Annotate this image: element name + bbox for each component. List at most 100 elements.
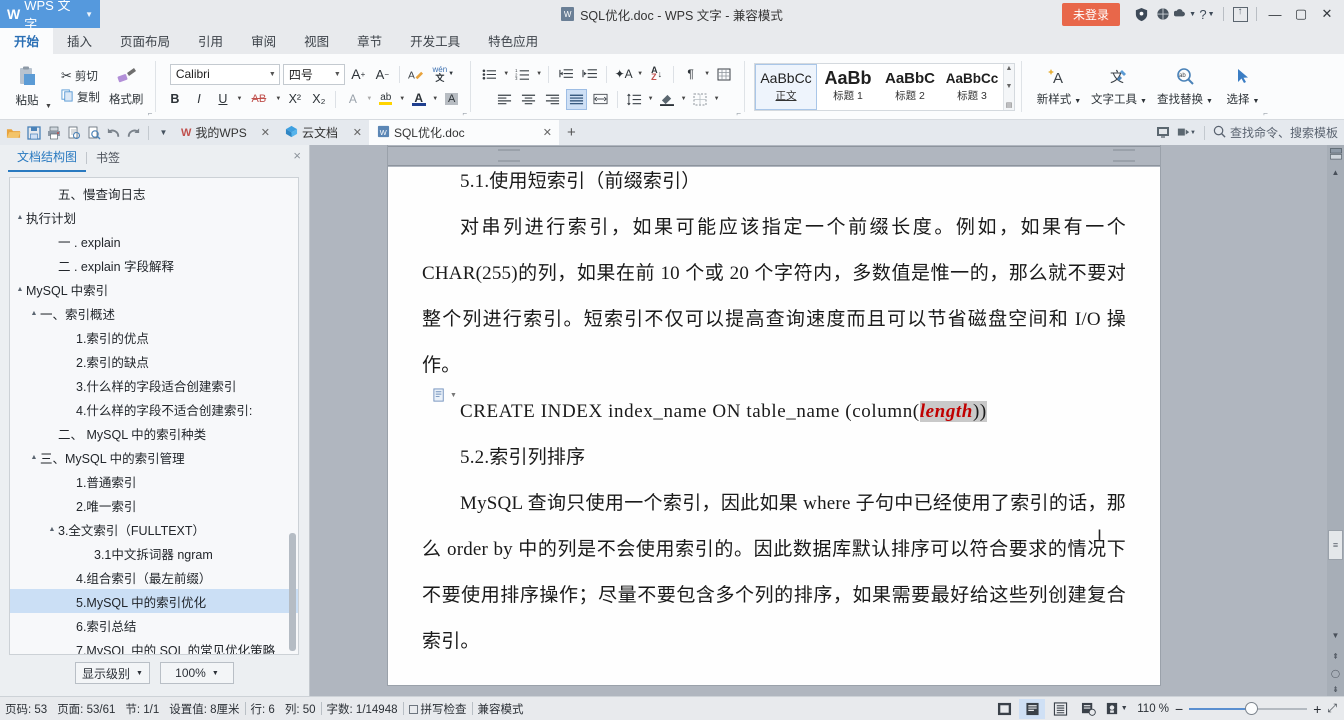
tree-item[interactable]: 1.普通索引 bbox=[10, 469, 298, 493]
tab-view[interactable]: 视图 bbox=[290, 28, 343, 54]
outline-view-button[interactable] bbox=[1047, 699, 1073, 719]
cut-button[interactable]: ✂ 剪切 bbox=[58, 67, 103, 85]
subscript-button[interactable]: X₂ bbox=[308, 89, 329, 110]
close-button[interactable]: ✕ bbox=[1314, 2, 1340, 26]
zoom-in-button[interactable]: + bbox=[1313, 701, 1321, 717]
line-spacing-button[interactable] bbox=[624, 89, 645, 110]
login-button[interactable]: 未登录 bbox=[1061, 2, 1120, 26]
style-heading-2[interactable]: AaBbC 标题 2 bbox=[879, 64, 941, 110]
shrink-font-button[interactable]: A − bbox=[372, 64, 393, 85]
open-icon[interactable] bbox=[4, 123, 23, 142]
chevron-down-icon[interactable]: ▼ bbox=[1121, 705, 1128, 712]
table-grid-button[interactable] bbox=[713, 64, 734, 85]
minimize-button[interactable]: — bbox=[1262, 2, 1288, 26]
tree-arrow[interactable]: ▲ bbox=[28, 454, 40, 461]
align-justify-button[interactable] bbox=[565, 88, 587, 110]
share-icon[interactable]: ▼ bbox=[1177, 123, 1196, 142]
character-shading-button[interactable]: A bbox=[441, 89, 462, 110]
font-family-combo[interactable]: Calibri ▼ bbox=[169, 63, 280, 85]
scroll-down-button[interactable]: ▼ bbox=[1328, 628, 1343, 643]
tree-item[interactable]: ▲ 一、索引概述 bbox=[10, 301, 298, 325]
page-layout-view-button[interactable] bbox=[1019, 698, 1046, 719]
tab-special-apps[interactable]: 特色应用 bbox=[474, 28, 552, 54]
asian-layout-dropdown-icon[interactable]: ▼ bbox=[637, 71, 643, 77]
style-gallery-scroll[interactable]: ▲ ▼ ▤ bbox=[1003, 63, 1015, 110]
highlight-dropdown-icon[interactable]: ▼ bbox=[399, 96, 405, 102]
split-view-icon[interactable] bbox=[1328, 146, 1343, 161]
presentation-icon[interactable] bbox=[1154, 123, 1173, 142]
zoom-out-button[interactable]: − bbox=[1175, 701, 1183, 717]
bullets-button[interactable] bbox=[479, 64, 500, 85]
tree-item[interactable]: ▲ 三、MySQL 中的索引管理 bbox=[10, 445, 298, 469]
document-page[interactable]: 化查询语句。 5.1.使用短索引（前缀索引） 对串列进行索引，如果可能应该指定一… bbox=[388, 145, 1160, 685]
globe-icon[interactable] bbox=[1152, 3, 1174, 25]
status-spell-check[interactable]: 拼写检查 bbox=[404, 701, 472, 717]
tree-item[interactable]: 二 . explain 字段解释 bbox=[10, 253, 298, 277]
font-color-dropdown-icon[interactable]: ▼ bbox=[432, 96, 438, 102]
font-dialog-launcher-icon[interactable]: ⌐ bbox=[463, 109, 468, 118]
underline-dropdown-icon[interactable]: ▼ bbox=[236, 96, 242, 102]
tab-cloud-docs[interactable]: 云文档 ✕ bbox=[277, 120, 369, 145]
tree-item[interactable]: 一 . explain bbox=[10, 229, 298, 253]
tree-item[interactable]: 4.组合索引（最左前缀） bbox=[10, 565, 298, 589]
style-more-icon[interactable]: ▤ bbox=[1006, 101, 1013, 109]
chevron-down-icon[interactable]: ▼ bbox=[1252, 98, 1259, 105]
scrollbar-thumb[interactable]: ≡ bbox=[1328, 530, 1343, 560]
browse-object-button[interactable]: ◯ bbox=[1328, 666, 1343, 681]
chevron-down-icon[interactable]: ▼ bbox=[1074, 98, 1081, 105]
tree-item[interactable]: ▲ MySQL 中索引 bbox=[10, 277, 298, 301]
tab-document-map[interactable]: 文档结构图 bbox=[8, 144, 87, 172]
upload-icon[interactable] bbox=[1229, 3, 1251, 25]
pinyin-guide-button[interactable]: wén 文 ▼ bbox=[430, 64, 457, 85]
borders-button[interactable] bbox=[690, 89, 711, 110]
align-left-button[interactable] bbox=[494, 89, 515, 110]
command-search[interactable]: 查找命令、搜索模板 bbox=[1213, 124, 1338, 141]
status-word-count[interactable]: 字数: 1/14948 bbox=[322, 701, 403, 717]
scroll-up-button[interactable]: ▲ bbox=[1328, 165, 1343, 180]
tab-sql-optimization-doc[interactable]: W SQL优化.doc ✕ bbox=[368, 120, 559, 145]
display-level-button[interactable]: 显示级别 ▼ bbox=[75, 662, 150, 684]
find-replace-button[interactable]: ab 查找替换 ▼ bbox=[1151, 65, 1219, 109]
tree-item[interactable]: 二、 MySQL 中的索引种类 bbox=[10, 421, 298, 445]
tab-references[interactable]: 引用 bbox=[184, 28, 237, 54]
tree-arrow[interactable]: ▲ bbox=[28, 310, 40, 317]
shading-button[interactable] bbox=[657, 89, 678, 110]
align-center-button[interactable] bbox=[518, 89, 539, 110]
font-color-button[interactable]: A bbox=[408, 89, 429, 110]
styles-dialog-launcher-icon[interactable]: ⌐ bbox=[1263, 109, 1268, 118]
chevron-down-icon[interactable]: ▼ bbox=[1206, 98, 1213, 105]
wps-app-menu[interactable]: W WPS 文字 ▼ bbox=[0, 0, 100, 32]
copy-button[interactable]: 复制 bbox=[58, 88, 103, 106]
document-canvas[interactable]: 化查询语句。 5.1.使用短索引（前缀索引） 对串列进行索引，如果可能应该指定一… bbox=[311, 145, 1300, 696]
tree-item[interactable]: ▲ 执行计划 bbox=[10, 205, 298, 229]
tree-arrow[interactable]: ▲ bbox=[46, 526, 58, 533]
underline-button[interactable]: U bbox=[212, 89, 233, 110]
next-page-button[interactable]: ⇟ bbox=[1328, 682, 1343, 697]
print-preview-icon[interactable] bbox=[64, 123, 83, 142]
tab-review[interactable]: 审阅 bbox=[237, 28, 290, 54]
close-icon[interactable]: ✕ bbox=[251, 126, 270, 139]
tab-start[interactable]: 开始 bbox=[0, 28, 54, 54]
tree-item[interactable]: 6.索引总结 bbox=[10, 613, 298, 637]
new-tab-button[interactable]: + bbox=[559, 124, 584, 141]
tree-item[interactable]: 3.1中文拆词器 ngram bbox=[10, 541, 298, 565]
tree-item[interactable]: 五、慢查询日志 bbox=[10, 181, 298, 205]
full-screen-view-button[interactable] bbox=[991, 699, 1017, 719]
tree-item[interactable]: 7.MySQL 中的 SQL 的常见优化策略 bbox=[10, 637, 298, 655]
fit-screen-button[interactable]: ⤢ bbox=[1327, 701, 1337, 716]
redo-icon[interactable] bbox=[124, 123, 143, 142]
paste-button[interactable]: 粘贴 bbox=[6, 64, 48, 110]
scroll-up-icon[interactable]: ▲ bbox=[1006, 65, 1013, 72]
format-painter-button[interactable]: 格式刷 bbox=[105, 64, 148, 109]
new-style-button[interactable]: A 新样式 ▼ ⌐ bbox=[1031, 65, 1268, 118]
numbering-button[interactable]: 123 bbox=[512, 64, 533, 85]
tree-item-selected[interactable]: 5.MySQL 中的索引优化 bbox=[10, 589, 298, 613]
tree-scrollbar-thumb[interactable] bbox=[289, 533, 296, 651]
tab-page-layout[interactable]: 页面布局 bbox=[106, 28, 184, 54]
chevron-down-icon[interactable]: ▼ bbox=[450, 392, 457, 399]
slider-knob[interactable] bbox=[1245, 702, 1259, 715]
tree-item[interactable]: 2.唯一索引 bbox=[10, 493, 298, 517]
align-right-button[interactable] bbox=[542, 89, 563, 110]
clear-formatting-button[interactable]: A bbox=[406, 64, 427, 85]
shield-icon[interactable] bbox=[1130, 3, 1152, 25]
